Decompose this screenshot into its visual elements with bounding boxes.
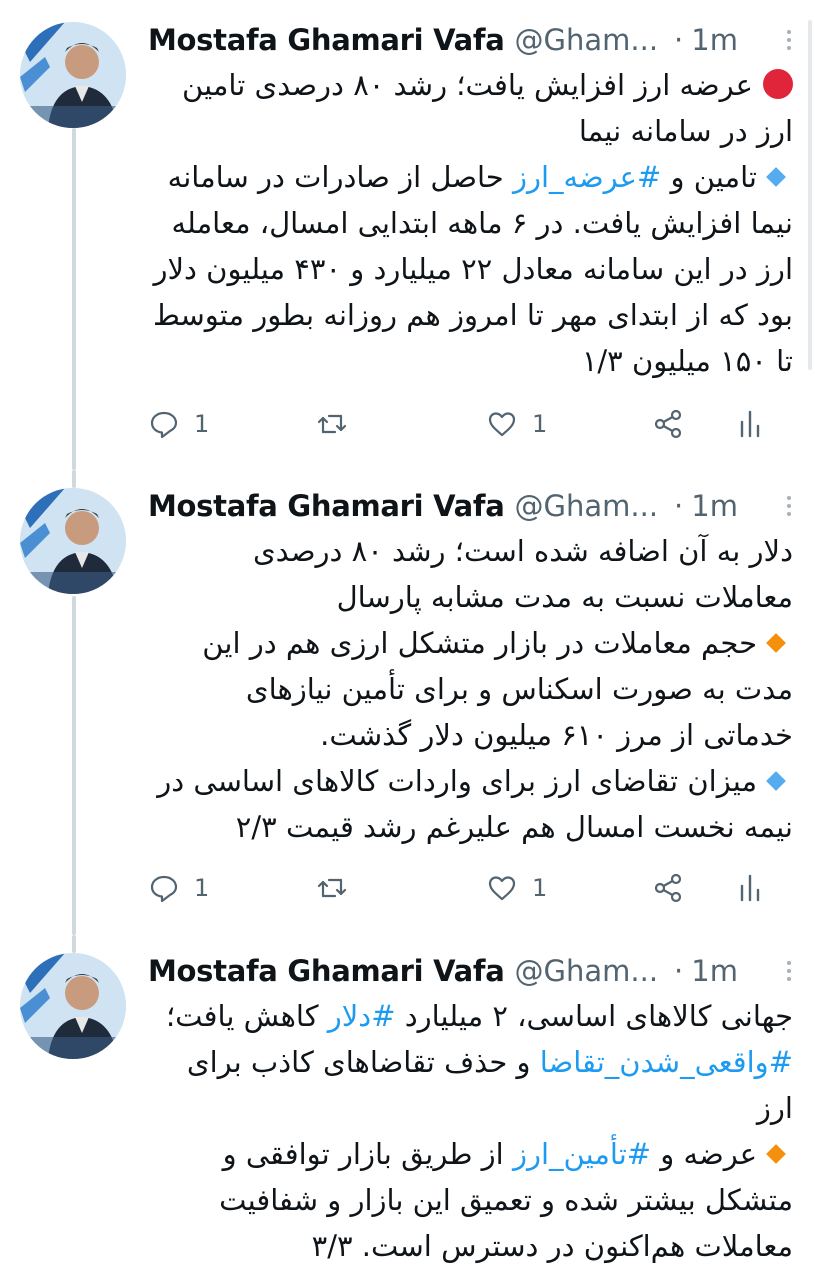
thread-line — [72, 596, 76, 935]
like-icon — [488, 412, 516, 437]
separator-dot: · — [674, 23, 684, 57]
reply-count: 1 — [194, 410, 210, 438]
paragraph-text: عرضه ارز افزایش یافت؛ رشد ۸۰ درصدی تامین… — [182, 68, 793, 148]
timestamp[interactable]: 1m — [691, 489, 738, 523]
like-button[interactable]: 1 — [486, 402, 547, 446]
hashtag-link[interactable]: #واقعی_شدن_تقاضا — [540, 1045, 793, 1079]
paragraph-text: تامین و — [661, 160, 757, 194]
like-count: 1 — [532, 410, 548, 438]
author-handle[interactable]: @Gham... — [515, 954, 659, 988]
paragraph-text: میزان تقاضای ارز برای واردات کالاهای اسا… — [157, 764, 793, 844]
paragraph-text: کاهش یافت؛ — [165, 999, 328, 1033]
author-name[interactable]: Mostafa Ghamari Vafa — [148, 954, 505, 988]
tweet-paragraph: میزان تقاضای ارز برای واردات کالاهای اسا… — [148, 758, 793, 850]
hashtag-link[interactable]: #عرضه_ارز — [513, 160, 661, 194]
author-handle[interactable]: @Gham... — [515, 489, 659, 523]
tweet-header: Mostafa Ghamari Vafa @Gham... · 1m — [148, 18, 797, 62]
tweet-paragraph: حجم معاملات در بازار متشکل ارزی هم در ای… — [148, 620, 793, 758]
more-icon[interactable] — [781, 496, 797, 516]
tweet-text: عرضه ارز افزایش یافت؛ رشد ۸۰ درصدی تامین… — [148, 62, 793, 384]
red-circle-icon — [763, 69, 793, 99]
retweet-button[interactable] — [316, 402, 348, 446]
share-icon — [654, 873, 682, 903]
orange-diamond-icon — [766, 633, 786, 653]
more-icon[interactable] — [781, 30, 797, 50]
paragraph-text: حجم معاملات در بازار متشکل ارزی هم در ای… — [202, 626, 793, 752]
separator-dot: · — [674, 954, 684, 988]
retweet-icon — [317, 414, 347, 434]
blue-diamond-icon — [766, 771, 786, 791]
like-icon — [488, 876, 516, 901]
tweet-actions: 1 1 — [148, 866, 795, 910]
avatar[interactable] — [20, 488, 126, 594]
avatar[interactable] — [20, 953, 126, 1059]
analytics-icon — [740, 874, 760, 902]
tweet[interactable]: Mostafa Ghamari Vafa @Gham... · 1m دلار … — [0, 470, 815, 935]
reply-count: 1 — [194, 874, 210, 902]
avatar-photo — [20, 488, 126, 594]
reply-icon — [150, 875, 178, 903]
paragraph-text: جهانی کالاهای اساسی، ۲ میلیارد — [395, 999, 793, 1033]
reply-button[interactable]: 1 — [148, 402, 209, 446]
tweet-paragraph: جهانی کالاهای اساسی، ۲ میلیارد #دلار کاه… — [148, 993, 793, 1131]
analytics-button[interactable] — [734, 402, 766, 446]
tweet-header: Mostafa Ghamari Vafa @Gham... · 1m — [148, 484, 797, 528]
tweet-paragraph: دلار به آن اضافه شده است؛ رشد ۸۰ درصدی م… — [252, 534, 793, 614]
orange-diamond-icon — [766, 1144, 786, 1164]
tweet[interactable]: Mostafa Ghamari Vafa @Gham... · 1m عرضه … — [0, 0, 815, 470]
tweet-text: جهانی کالاهای اساسی، ۲ میلیارد #دلار کاه… — [148, 993, 793, 1269]
tweet-text: دلار به آن اضافه شده است؛ رشد ۸۰ درصدی م… — [148, 528, 793, 850]
author-name[interactable]: Mostafa Ghamari Vafa — [148, 489, 505, 523]
blue-diamond-icon — [766, 167, 786, 187]
like-button[interactable]: 1 — [486, 866, 547, 910]
share-button[interactable] — [652, 402, 684, 446]
tweet-paragraph: عرضه ارز افزایش یافت؛ رشد ۸۰ درصدی تامین… — [148, 62, 793, 154]
thread-line — [72, 128, 76, 470]
retweet-button[interactable] — [316, 866, 348, 910]
tweet-header: Mostafa Ghamari Vafa @Gham... · 1m — [148, 949, 797, 993]
more-icon[interactable] — [781, 961, 797, 981]
thread-line — [72, 935, 76, 953]
tweet-paragraph: عرضه و #تأمین_ارز از طریق بازار توافقی و… — [148, 1131, 793, 1269]
author-handle[interactable]: @Gham... — [515, 23, 659, 57]
avatar-photo — [20, 953, 126, 1059]
timestamp[interactable]: 1m — [691, 23, 738, 57]
tweet-actions: 1 1 — [148, 402, 795, 446]
reply-icon — [150, 411, 178, 439]
analytics-button[interactable] — [734, 866, 766, 910]
author-name[interactable]: Mostafa Ghamari Vafa — [148, 23, 505, 57]
share-icon — [654, 409, 682, 439]
hashtag-link[interactable]: #دلار — [328, 999, 396, 1033]
timestamp[interactable]: 1m — [691, 954, 738, 988]
paragraph-text: عرضه و — [651, 1137, 757, 1171]
hashtag-link[interactable]: #تأمین_ارز — [513, 1137, 651, 1171]
thread-line — [72, 470, 76, 488]
avatar[interactable] — [20, 22, 126, 128]
tweet[interactable]: Mostafa Ghamari Vafa @Gham... · 1m جهانی… — [0, 935, 815, 1277]
tweet-paragraph: تامین و #عرضه_ارز حاصل از صادرات در ساما… — [148, 154, 793, 384]
retweet-icon — [317, 878, 347, 898]
like-count: 1 — [532, 874, 548, 902]
separator-dot: · — [674, 489, 684, 523]
share-button[interactable] — [652, 866, 684, 910]
reply-button[interactable]: 1 — [148, 866, 209, 910]
analytics-icon — [740, 410, 760, 438]
avatar-photo — [20, 22, 126, 128]
